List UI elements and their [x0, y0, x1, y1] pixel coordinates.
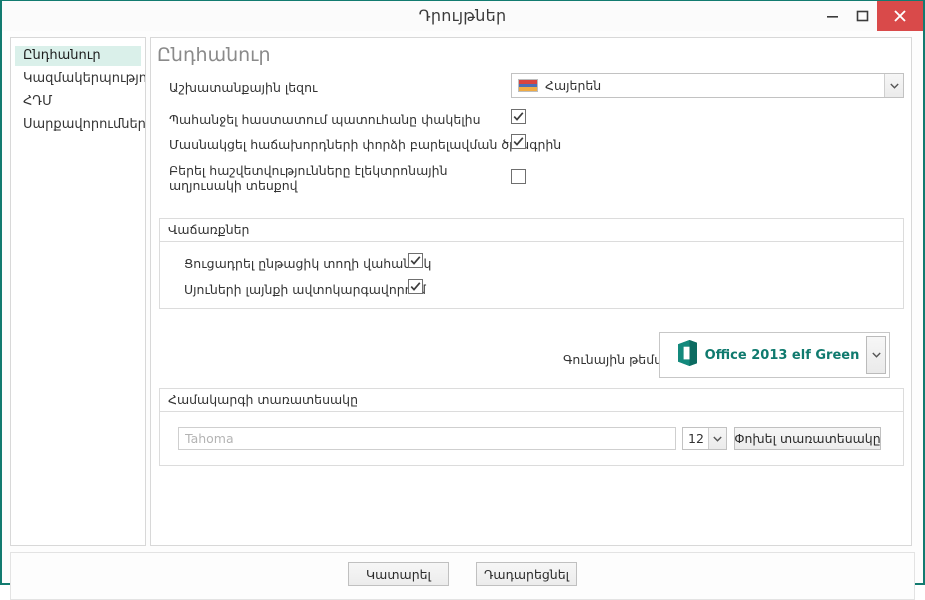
confirm-close-checkbox[interactable]: [511, 109, 526, 124]
maximize-button[interactable]: [847, 1, 877, 31]
theme-combobox[interactable]: Office 2013 elf Green: [659, 332, 890, 378]
office-logo-icon: [670, 337, 702, 373]
minimize-icon: [826, 11, 839, 21]
language-label: Աշխատանքային լեզու: [169, 80, 318, 95]
system-font-groupbox: Համակարգի տառատեսակը 12 Փոխել տառատեսակը: [159, 388, 904, 466]
change-font-button[interactable]: Փոխել տառատեսակը: [734, 427, 881, 450]
title-bar: Դրույթներ: [2, 1, 923, 31]
font-name-input[interactable]: [178, 427, 676, 450]
system-font-groupbox-title: Համակարգի տառատեսակը: [168, 392, 359, 407]
window-title: Դրույթներ: [418, 6, 507, 25]
show-current-row-panel-label: Ցուցադրել ընթացիկ տողի վահանակ: [184, 256, 432, 271]
footer-buttons: Կատարել Դադարեցնել: [11, 562, 914, 586]
check-icon: [409, 254, 422, 267]
close-icon: [893, 9, 907, 23]
language-value: Հայերեն: [545, 78, 602, 93]
theme-combobox-arrow[interactable]: [866, 336, 886, 374]
sidebar-item-hdm[interactable]: ՀԴՄ: [15, 92, 141, 112]
language-combobox-value-area: Հայերեն: [512, 74, 884, 97]
close-button[interactable]: [877, 1, 923, 31]
show-current-row-panel-checkbox[interactable]: [408, 253, 423, 268]
cancel-button[interactable]: Դադարեցնել: [476, 562, 577, 586]
system-font-groupbox-divider: [160, 411, 903, 412]
armenia-flag-icon: [518, 79, 538, 92]
minimize-button[interactable]: [817, 1, 847, 31]
theme-combobox-value-area: Office 2013 elf Green: [660, 333, 866, 377]
sales-groupbox-title: Վաճառքներ: [168, 222, 250, 237]
page-title: Ընդհանուր: [157, 44, 271, 66]
sidebar-item-organization[interactable]: Կազմակերպություն: [15, 69, 145, 89]
chevron-down-icon: [889, 83, 899, 89]
sidebar-item-devices[interactable]: Սարքավորումներ: [15, 115, 145, 135]
font-size-combobox[interactable]: 12: [682, 427, 727, 450]
apply-button[interactable]: Կատարել: [348, 562, 449, 586]
maximize-icon: [856, 10, 869, 22]
footer-bar: Կատարել Դադարեցնել: [10, 552, 915, 600]
reports-spreadsheet-checkbox[interactable]: [511, 169, 526, 184]
settings-sidebar: Ընդհանուր Կազմակերպություն ՀԴՄ Սարքավորո…: [10, 37, 146, 546]
window-controls: [817, 1, 923, 31]
customer-experience-label: Մասնակցել հաճախորդների փորձի բարելավման …: [169, 137, 562, 152]
chevron-down-icon: [871, 352, 881, 358]
sales-groupbox: Վաճառքներ Ցուցադրել ընթացիկ տողի վահանակ…: [159, 218, 904, 309]
check-icon: [409, 280, 422, 293]
customer-experience-checkbox[interactable]: [511, 134, 526, 149]
chevron-down-icon: [713, 436, 722, 442]
options-window: Դրույթներ Ընդհանուր Կազմակերպությո ՀԴՄ Ս…: [0, 0, 925, 600]
language-combobox-arrow[interactable]: [884, 74, 903, 97]
font-size-combobox-arrow[interactable]: [708, 428, 726, 449]
font-size-value: 12: [688, 431, 704, 446]
autosize-columns-checkbox[interactable]: [408, 279, 423, 294]
sales-groupbox-divider: [160, 241, 903, 242]
theme-label: Գունային թեմա: [563, 352, 667, 367]
language-combobox[interactable]: Հայերեն: [511, 73, 904, 98]
autosize-columns-label: Սյուների լայնքի ավտոկարգավորում: [184, 282, 426, 297]
reports-spreadsheet-label: Բերել հաշվետվությունները էլեկտրոնային աղ…: [169, 163, 448, 193]
settings-main-panel: Ընդհանուր Աշխատանքային լեզու Հայերեն Պահ…: [150, 37, 912, 546]
sidebar-item-general[interactable]: Ընդհանուր: [15, 46, 141, 66]
check-icon: [512, 135, 525, 148]
check-icon: [512, 110, 525, 123]
window-body: Ընդհանուր Կազմակերպություն ՀԴՄ Սարքավորո…: [2, 31, 923, 600]
theme-value: Office 2013 elf Green: [704, 347, 860, 363]
confirm-close-label: Պահանջել հաստատում պատուհանը փակելիս: [169, 112, 481, 127]
